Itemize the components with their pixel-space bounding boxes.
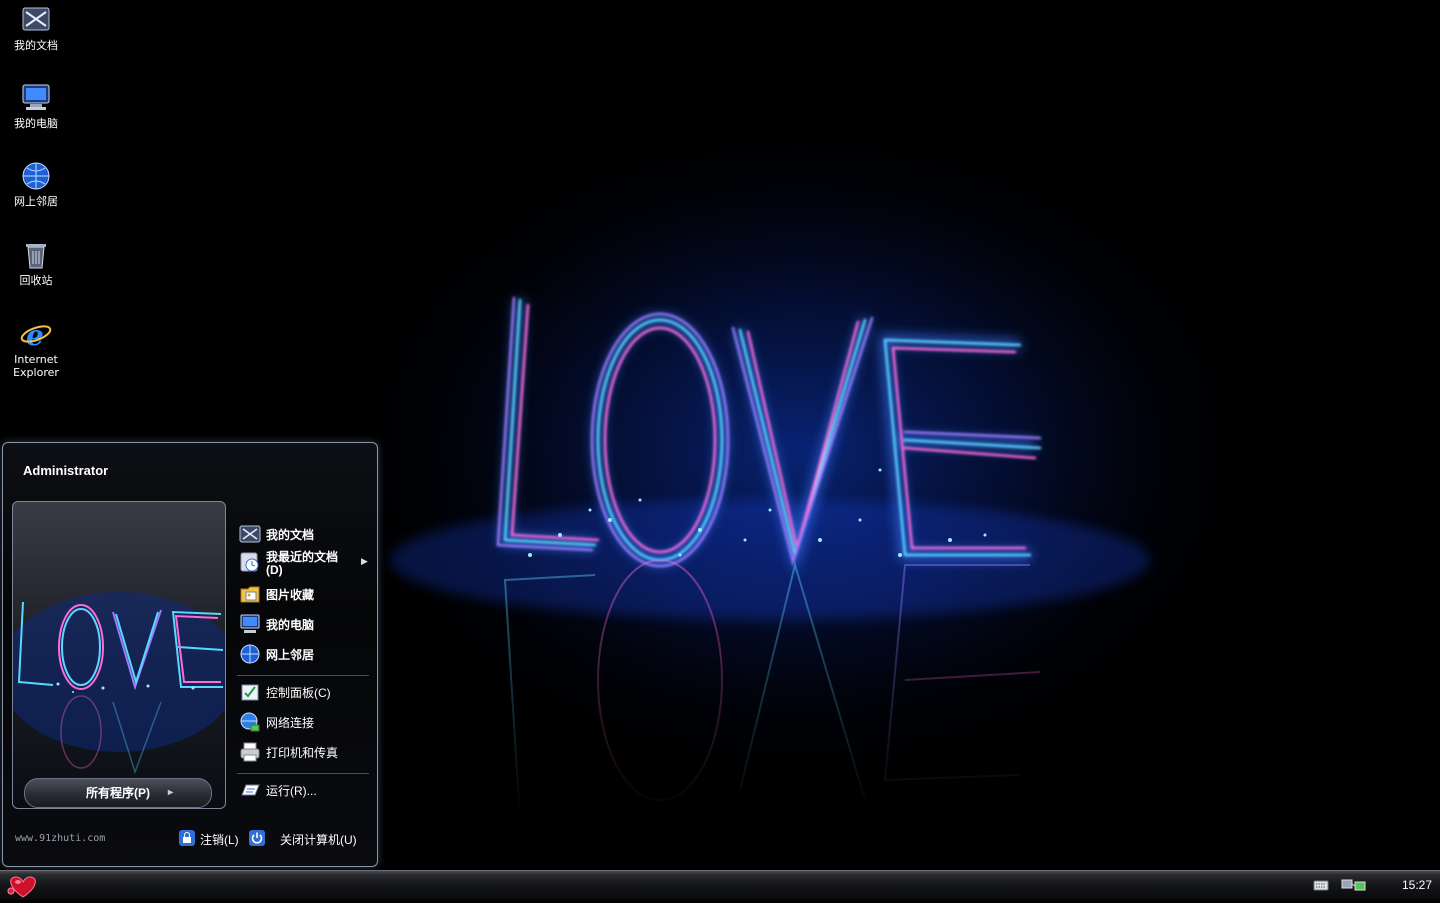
network-tray-icon[interactable] [1340, 878, 1370, 892]
my-pictures-icon [240, 586, 260, 603]
menu-item-printers-faxes[interactable]: 打印机和传真 [237, 739, 367, 765]
submenu-arrow-icon: ▶ [361, 556, 368, 566]
run-icon [241, 784, 260, 796]
menu-item-my-pictures[interactable]: 图片收藏 [237, 581, 367, 607]
menu-item-recent-documents[interactable]: 我最近的文档 (D) ▶ [237, 549, 368, 579]
desktop-icon-recycle-bin[interactable]: 回收站 [0, 239, 72, 287]
network-places-icon [22, 162, 50, 190]
heart-start-icon [7, 876, 36, 898]
lock-icon [179, 830, 195, 846]
menu-separator [237, 773, 369, 774]
system-tray: 15:27 [1310, 871, 1440, 900]
start-button[interactable] [4, 873, 42, 899]
recent-documents-icon [240, 552, 259, 572]
clock[interactable]: 15:27 [1402, 878, 1432, 892]
desktop-icon-my-documents[interactable]: 我的文档 [0, 4, 72, 52]
chevron-right-icon: ▸ [167, 787, 173, 798]
network-connections-icon [240, 712, 260, 732]
user-picture[interactable] [12, 501, 226, 809]
menu-item-network-places[interactable]: 网上邻居 [237, 641, 367, 667]
my-documents-icon [239, 525, 261, 543]
menu-item-my-computer[interactable]: 我的电脑 [237, 611, 367, 637]
menu-separator [237, 675, 369, 676]
network-places-icon [240, 644, 260, 664]
menu-item-shortcut: (D) [266, 563, 283, 577]
control-panel-icon [241, 684, 259, 701]
internet-explorer-icon: e [20, 319, 52, 350]
menu-item-control-panel[interactable]: 控制面板(C) [237, 679, 367, 705]
start-menu-watermark: www.91zhuti.com [15, 833, 106, 844]
all-programs-button[interactable]: 所有程序(P) ▸ [24, 778, 212, 808]
my-computer-icon [22, 84, 50, 110]
taskbar: 15:27 [0, 870, 1440, 900]
desktop-icon-my-computer[interactable]: 我的电脑 [0, 82, 72, 130]
start-menu: Administrator 所有程序(P) ▸ 我的文档 我最近的文档 (D) … [2, 442, 378, 867]
desktop-icon-internet-explorer[interactable]: e Internet Explorer [0, 318, 72, 379]
all-programs-label: 所有程序(P) [86, 786, 150, 800]
recycle-bin-icon [26, 244, 46, 269]
menu-item-network-connections[interactable]: 网络连接 [237, 709, 367, 735]
my-documents-icon [22, 7, 50, 31]
start-menu-username: Administrator [23, 463, 109, 478]
my-computer-icon [240, 614, 260, 633]
desktop-icon-network-places[interactable]: 网上邻居 [0, 160, 72, 208]
svg-text:e: e [26, 319, 44, 350]
user-picture-image [13, 592, 225, 775]
printers-faxes-icon [240, 742, 260, 762]
power-icon [249, 830, 265, 846]
menu-item-my-documents[interactable]: 我的文档 [237, 521, 367, 547]
menu-item-run[interactable]: 运行(R)... [237, 777, 367, 803]
keyboard-icon[interactable] [1313, 878, 1329, 892]
